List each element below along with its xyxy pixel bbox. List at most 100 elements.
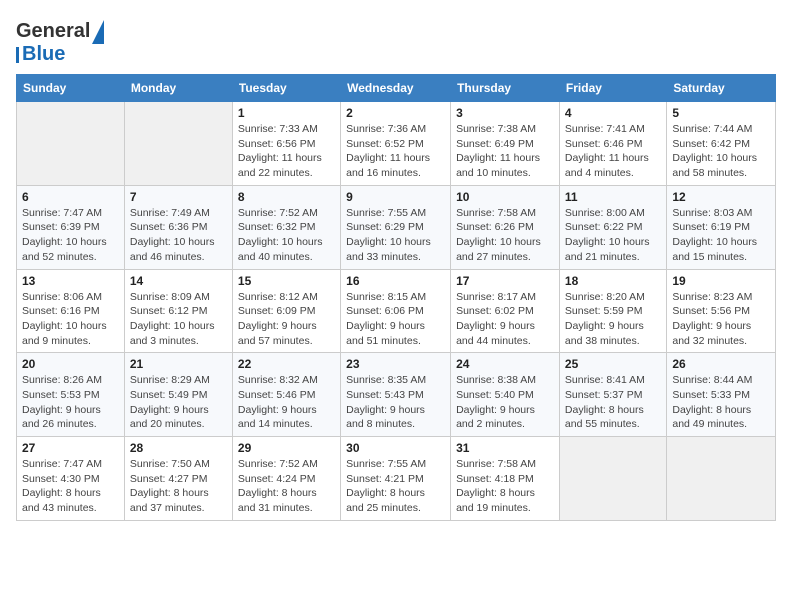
day-detail: Sunrise: 7:52 AM Sunset: 6:32 PM Dayligh… xyxy=(238,206,335,265)
day-number: 3 xyxy=(456,106,554,120)
calendar-week-row: 6Sunrise: 7:47 AM Sunset: 6:39 PM Daylig… xyxy=(17,185,776,269)
day-number: 13 xyxy=(22,274,119,288)
day-number: 21 xyxy=(130,357,227,371)
calendar-day-cell: 31 Sunrise: 7:58 AM Sunset: 4:18 PM Dayli… xyxy=(451,437,560,521)
calendar-day-cell: 23Sunrise: 8:35 AM Sunset: 5:43 PM Dayli… xyxy=(341,353,451,437)
calendar-day-cell xyxy=(559,437,666,521)
day-number: 18 xyxy=(565,274,661,288)
logo: General Blue xyxy=(16,20,90,66)
day-detail: Sunrise: 8:32 AM Sunset: 5:46 PM Dayligh… xyxy=(238,373,335,432)
calendar-day-cell: 16 Sunrise: 8:15 AM Sunset: 6:06 PM Dayli… xyxy=(341,269,451,353)
day-number: 10 xyxy=(456,190,554,204)
logo-arrow-icon xyxy=(92,20,104,44)
calendar-day-cell: 26Sunrise: 8:44 AM Sunset: 5:33 PM Dayli… xyxy=(667,353,776,437)
day-detail: Sunrise: 7:38 AM Sunset: 6:49 PM Dayligh… xyxy=(456,122,554,181)
calendar-day-cell: 8 Sunrise: 7:52 AM Sunset: 6:32 PM Daylig… xyxy=(232,185,340,269)
logo-container: General xyxy=(16,20,90,43)
calendar-day-cell: 1Sunrise: 7:33 AM Sunset: 6:56 PM Daylig… xyxy=(232,102,340,186)
weekday-header: Tuesday xyxy=(232,75,340,102)
day-number: 7 xyxy=(130,190,227,204)
day-detail: Sunrise: 8:00 AM Sunset: 6:22 PM Dayligh… xyxy=(565,206,661,265)
calendar-day-cell: 6Sunrise: 7:47 AM Sunset: 6:39 PM Daylig… xyxy=(17,185,125,269)
day-number: 25 xyxy=(565,357,661,371)
calendar-day-cell: 25 Sunrise: 8:41 AM Sunset: 5:37 PM Dayli… xyxy=(559,353,666,437)
calendar-table: SundayMondayTuesdayWednesdayThursdayFrid… xyxy=(16,74,776,521)
day-number: 24 xyxy=(456,357,554,371)
day-detail: Sunrise: 7:50 AM Sunset: 4:27 PM Dayligh… xyxy=(130,457,227,516)
day-number: 11 xyxy=(565,190,661,204)
calendar-day-cell xyxy=(124,102,232,186)
calendar-week-row: 1Sunrise: 7:33 AM Sunset: 6:56 PM Daylig… xyxy=(17,102,776,186)
day-detail: Sunrise: 7:55 AM Sunset: 6:29 PM Dayligh… xyxy=(346,206,445,265)
day-detail: Sunrise: 7:58 AM Sunset: 4:18 PM Dayligh… xyxy=(456,457,554,516)
day-number: 16 xyxy=(346,274,445,288)
calendar-day-cell: 5 Sunrise: 7:44 AM Sunset: 6:42 PM Daylig… xyxy=(667,102,776,186)
calendar-day-cell: 18 Sunrise: 8:20 AM Sunset: 5:59 PM Dayli… xyxy=(559,269,666,353)
calendar-day-cell: 29Sunrise: 7:52 AM Sunset: 4:24 PM Dayli… xyxy=(232,437,340,521)
day-number: 31 xyxy=(456,441,554,455)
calendar-day-cell: 14 Sunrise: 8:09 AM Sunset: 6:12 PM Dayli… xyxy=(124,269,232,353)
calendar-day-cell: 2 Sunrise: 7:36 AM Sunset: 6:52 PM Daylig… xyxy=(341,102,451,186)
day-detail: Sunrise: 7:49 AM Sunset: 6:36 PM Dayligh… xyxy=(130,206,227,265)
calendar-day-cell: 15 Sunrise: 8:12 AM Sunset: 6:09 PM Dayli… xyxy=(232,269,340,353)
day-number: 27 xyxy=(22,441,119,455)
day-number: 2 xyxy=(346,106,445,120)
calendar-day-cell: 30 Sunrise: 7:55 AM Sunset: 4:21 PM Dayli… xyxy=(341,437,451,521)
calendar-day-cell: 17 Sunrise: 8:17 AM Sunset: 6:02 PM Dayli… xyxy=(451,269,560,353)
calendar-day-cell xyxy=(667,437,776,521)
calendar-day-cell: 21 Sunrise: 8:29 AM Sunset: 5:49 PM Dayli… xyxy=(124,353,232,437)
day-number: 19 xyxy=(672,274,770,288)
day-detail: Sunrise: 8:20 AM Sunset: 5:59 PM Dayligh… xyxy=(565,290,661,349)
day-detail: Sunrise: 8:17 AM Sunset: 6:02 PM Dayligh… xyxy=(456,290,554,349)
day-detail: Sunrise: 8:23 AM Sunset: 5:56 PM Dayligh… xyxy=(672,290,770,349)
day-detail: Sunrise: 8:03 AM Sunset: 6:19 PM Dayligh… xyxy=(672,206,770,265)
day-number: 26 xyxy=(672,357,770,371)
day-number: 15 xyxy=(238,274,335,288)
calendar-day-cell: 11 Sunrise: 8:00 AM Sunset: 6:22 PM Dayli… xyxy=(559,185,666,269)
day-detail: Sunrise: 8:26 AM Sunset: 5:53 PM Dayligh… xyxy=(22,373,119,432)
weekday-header: Sunday xyxy=(17,75,125,102)
calendar-day-cell: 28Sunrise: 7:50 AM Sunset: 4:27 PM Dayli… xyxy=(124,437,232,521)
calendar-day-cell: 10Sunrise: 7:58 AM Sunset: 6:26 PM Dayli… xyxy=(451,185,560,269)
calendar-day-cell: 19 Sunrise: 8:23 AM Sunset: 5:56 PM Dayli… xyxy=(667,269,776,353)
calendar-week-row: 27 Sunrise: 7:47 AM Sunset: 4:30 PM Dayli… xyxy=(17,437,776,521)
day-number: 29 xyxy=(238,441,335,455)
day-number: 8 xyxy=(238,190,335,204)
day-number: 23 xyxy=(346,357,445,371)
calendar-day-cell: 27 Sunrise: 7:47 AM Sunset: 4:30 PM Dayli… xyxy=(17,437,125,521)
day-detail: Sunrise: 7:36 AM Sunset: 6:52 PM Dayligh… xyxy=(346,122,445,181)
logo-blue-row: Blue xyxy=(16,43,65,66)
logo-general-text: General xyxy=(16,20,90,42)
day-detail: Sunrise: 7:47 AM Sunset: 4:30 PM Dayligh… xyxy=(22,457,119,516)
day-number: 5 xyxy=(672,106,770,120)
day-number: 1 xyxy=(238,106,335,120)
calendar-day-cell: 7 Sunrise: 7:49 AM Sunset: 6:36 PM Daylig… xyxy=(124,185,232,269)
logo-blue-text: Blue xyxy=(22,43,65,66)
day-number: 4 xyxy=(565,106,661,120)
logo-bar-icon xyxy=(16,47,19,63)
day-detail: Sunrise: 8:41 AM Sunset: 5:37 PM Dayligh… xyxy=(565,373,661,432)
day-number: 9 xyxy=(346,190,445,204)
day-detail: Sunrise: 7:55 AM Sunset: 4:21 PM Dayligh… xyxy=(346,457,445,516)
day-detail: Sunrise: 8:12 AM Sunset: 6:09 PM Dayligh… xyxy=(238,290,335,349)
day-detail: Sunrise: 7:47 AM Sunset: 6:39 PM Dayligh… xyxy=(22,206,119,265)
weekday-header: Wednesday xyxy=(341,75,451,102)
day-detail: Sunrise: 8:15 AM Sunset: 6:06 PM Dayligh… xyxy=(346,290,445,349)
calendar-day-cell: 24Sunrise: 8:38 AM Sunset: 5:40 PM Dayli… xyxy=(451,353,560,437)
day-detail: Sunrise: 8:09 AM Sunset: 6:12 PM Dayligh… xyxy=(130,290,227,349)
day-number: 12 xyxy=(672,190,770,204)
calendar-week-row: 20Sunrise: 8:26 AM Sunset: 5:53 PM Dayli… xyxy=(17,353,776,437)
day-detail: Sunrise: 7:44 AM Sunset: 6:42 PM Dayligh… xyxy=(672,122,770,181)
day-number: 17 xyxy=(456,274,554,288)
calendar-day-cell: 13Sunrise: 8:06 AM Sunset: 6:16 PM Dayli… xyxy=(17,269,125,353)
calendar-day-cell: 4Sunrise: 7:41 AM Sunset: 6:46 PM Daylig… xyxy=(559,102,666,186)
day-number: 30 xyxy=(346,441,445,455)
day-number: 14 xyxy=(130,274,227,288)
calendar-day-cell: 12 Sunrise: 8:03 AM Sunset: 6:19 PM Dayli… xyxy=(667,185,776,269)
day-number: 22 xyxy=(238,357,335,371)
day-detail: Sunrise: 8:29 AM Sunset: 5:49 PM Dayligh… xyxy=(130,373,227,432)
weekday-header: Saturday xyxy=(667,75,776,102)
calendar-day-cell: 20Sunrise: 8:26 AM Sunset: 5:53 PM Dayli… xyxy=(17,353,125,437)
calendar-day-cell: 22 Sunrise: 8:32 AM Sunset: 5:46 PM Dayli… xyxy=(232,353,340,437)
weekday-header: Monday xyxy=(124,75,232,102)
